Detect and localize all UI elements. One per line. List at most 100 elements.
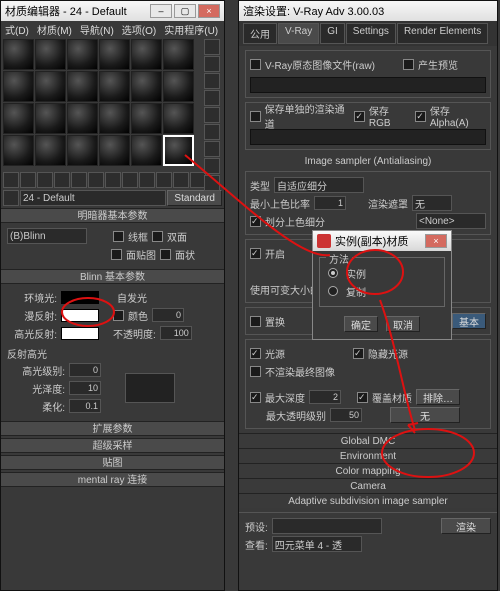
minrate-spinner[interactable]: 1 — [314, 196, 346, 210]
specular-swatch[interactable] — [61, 327, 99, 340]
view-dropdown[interactable]: 四元菜单 4 - 透 — [272, 536, 362, 552]
get-material-icon[interactable] — [3, 172, 19, 188]
tab-common[interactable]: 公用 — [243, 23, 277, 44]
tab-settings[interactable]: Settings — [346, 23, 396, 44]
soften-spinner[interactable]: 0.1 — [69, 399, 101, 413]
spec-level-spinner[interactable]: 0 — [69, 363, 101, 377]
select-by-mat-icon[interactable] — [204, 158, 220, 174]
options-icon[interactable] — [204, 141, 220, 157]
show-map-icon[interactable] — [139, 172, 155, 188]
extended-params-header[interactable]: 扩展参数 — [1, 421, 224, 436]
mat-slot[interactable] — [131, 71, 162, 102]
mat-slot[interactable] — [3, 135, 34, 166]
div-checkbox[interactable] — [250, 216, 261, 227]
mat-slot[interactable] — [163, 71, 194, 102]
camera-rollout[interactable]: Camera — [239, 478, 497, 493]
none-dropdown[interactable]: <None> — [416, 213, 486, 229]
render-mask-dropdown[interactable]: 无 — [412, 195, 452, 211]
on-checkbox[interactable] — [250, 248, 261, 259]
material-name-dropdown[interactable]: 24 - Default — [20, 190, 166, 206]
show-end-icon[interactable] — [156, 172, 172, 188]
maxdepth-spinner[interactable]: 2 — [309, 390, 341, 404]
put-to-scene-icon[interactable] — [20, 172, 36, 188]
supersampling-header[interactable]: 超级采样 — [1, 438, 224, 453]
environment-rollout[interactable]: Environment — [239, 448, 497, 463]
go-parent-icon[interactable] — [173, 172, 189, 188]
close-button[interactable]: × — [198, 4, 220, 18]
tab-elements[interactable]: Render Elements — [397, 23, 488, 44]
put-to-lib-icon[interactable] — [105, 172, 121, 188]
make-unique-icon[interactable] — [88, 172, 104, 188]
menu-material[interactable]: 材质(M) — [37, 22, 72, 37]
minimize-button[interactable]: – — [150, 4, 172, 18]
ok-button[interactable]: 确定 — [344, 316, 378, 332]
mat-slot[interactable] — [67, 135, 98, 166]
tab-vray[interactable]: V-Ray — [278, 23, 319, 44]
instance-radio[interactable] — [328, 268, 338, 278]
hidden-checkbox[interactable] — [353, 348, 364, 359]
mat-slot[interactable] — [67, 103, 98, 134]
mat-slot[interactable] — [99, 39, 130, 70]
opacity-spinner[interactable]: 100 — [160, 326, 192, 340]
mat-slot[interactable] — [99, 135, 130, 166]
selfillum-color-checkbox[interactable] — [113, 310, 124, 321]
mat-slot[interactable] — [131, 103, 162, 134]
copy-radio[interactable] — [328, 286, 338, 296]
mat-slot[interactable] — [99, 71, 130, 102]
light-checkbox[interactable] — [250, 348, 261, 359]
mat-slot-selected[interactable] — [163, 135, 194, 166]
maximize-button[interactable]: ▢ — [174, 4, 196, 18]
mat-slot[interactable] — [163, 39, 194, 70]
menu-util[interactable]: 实用程序(U) — [164, 22, 218, 37]
colormapping-rollout[interactable]: Color mapping — [239, 463, 497, 478]
reset-icon[interactable] — [54, 172, 70, 188]
replace-basic-button[interactable]: 基本 — [452, 313, 486, 329]
mat-slot[interactable] — [35, 135, 66, 166]
ambient-swatch[interactable] — [61, 291, 99, 304]
maxdepth-checkbox[interactable] — [250, 392, 261, 403]
preview-icon[interactable] — [204, 124, 220, 140]
raw-path-input[interactable] — [250, 77, 486, 93]
mat-slot[interactable] — [35, 39, 66, 70]
video-check-icon[interactable] — [204, 107, 220, 123]
override-mat-checkbox[interactable] — [357, 392, 368, 403]
backlight-icon[interactable] — [204, 56, 220, 72]
two-sided-checkbox[interactable] — [152, 231, 163, 242]
sample-type-icon[interactable] — [204, 39, 220, 55]
mat-id-icon[interactable] — [204, 175, 220, 191]
material-type-button[interactable]: Standard — [167, 190, 222, 206]
channel-path-input[interactable] — [250, 129, 486, 145]
menu-mode[interactable]: 式(D) — [5, 22, 29, 37]
facemap-checkbox[interactable] — [111, 249, 122, 260]
save-alpha-checkbox[interactable] — [415, 111, 426, 122]
gloss-spinner[interactable]: 10 — [69, 381, 101, 395]
mat-slot[interactable] — [67, 71, 98, 102]
selfillum-spinner[interactable]: 0 — [152, 308, 184, 322]
menu-nav[interactable]: 导航(N) — [80, 22, 114, 37]
diffuse-swatch[interactable] — [61, 309, 99, 322]
blinn-params-header[interactable]: Blinn 基本参数 — [1, 269, 224, 284]
menu-options[interactable]: 选项(O) — [122, 22, 156, 37]
background-icon[interactable] — [204, 73, 220, 89]
exclude-button[interactable]: 排除… — [416, 389, 460, 405]
wireframe-checkbox[interactable] — [113, 231, 124, 242]
shader-params-header[interactable]: 明暗器基本参数 — [1, 208, 224, 223]
maps-header[interactable]: 贴图 — [1, 455, 224, 470]
mat-effects-icon[interactable] — [122, 172, 138, 188]
mentalray-header[interactable]: mental ray 连接 — [1, 472, 224, 487]
uv-tile-icon[interactable] — [204, 90, 220, 106]
mat-slot[interactable] — [131, 135, 162, 166]
adaptive-rollout[interactable]: Adaptive subdivision image sampler — [239, 493, 497, 508]
copy-icon[interactable] — [71, 172, 87, 188]
faceted-checkbox[interactable] — [160, 249, 171, 260]
mat-slot[interactable] — [131, 39, 162, 70]
preset-dropdown[interactable] — [272, 518, 382, 534]
mat-slot[interactable] — [67, 39, 98, 70]
render-button[interactable]: 渲染 — [441, 518, 491, 534]
preview-checkbox[interactable] — [403, 59, 414, 70]
mat-slot[interactable] — [163, 103, 194, 134]
global-dmc-rollout[interactable]: Global DMC — [239, 433, 497, 448]
mat-slot[interactable] — [35, 71, 66, 102]
replace-checkbox[interactable] — [250, 316, 261, 327]
cancel-button[interactable]: 取消 — [386, 316, 420, 332]
